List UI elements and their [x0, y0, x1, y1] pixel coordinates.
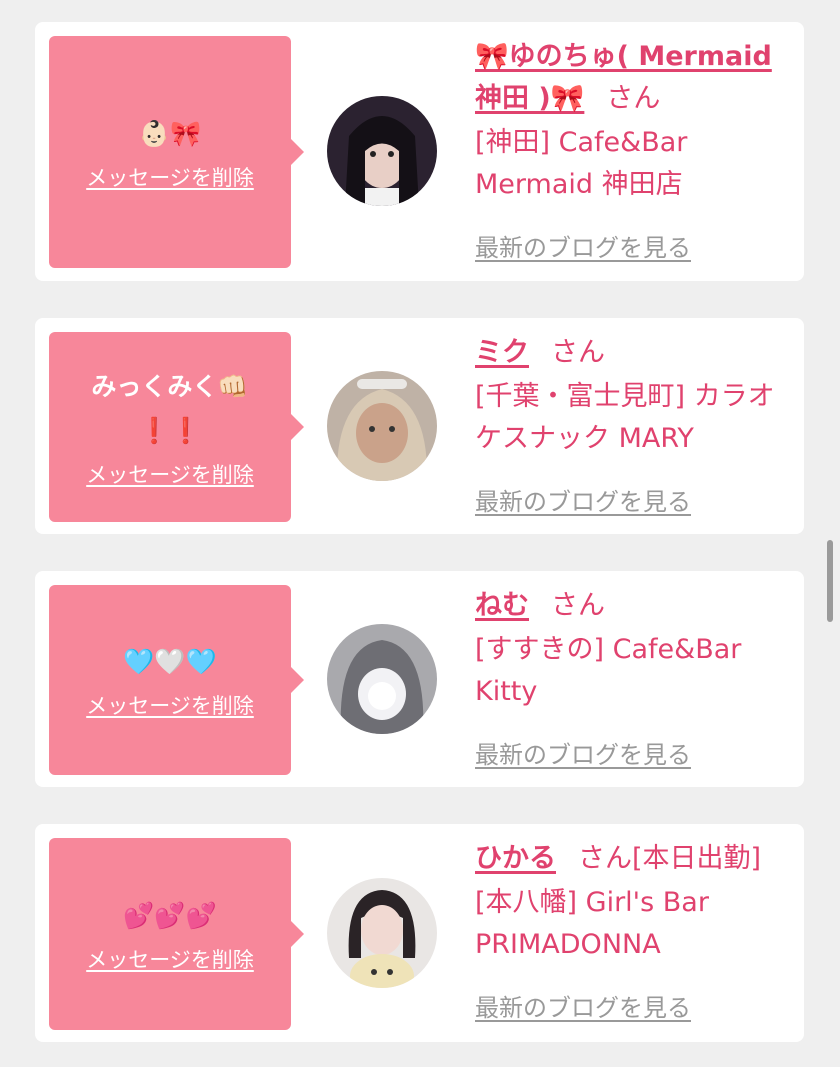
message-line: みっくみく👊🏻 [91, 372, 249, 401]
message-text: 💕💕💕 [123, 901, 217, 930]
avatar[interactable] [327, 371, 437, 481]
honorific: さん [551, 590, 605, 621]
honorific: さん [551, 337, 605, 368]
user-name-link[interactable]: ねむ [475, 590, 529, 621]
user-name-link[interactable]: ミク [475, 337, 529, 368]
message-bubble: 💕💕💕 メッセージを削除 [49, 838, 304, 1030]
latest-blog-link[interactable]: 最新のブログを見る [475, 988, 691, 1023]
latest-blog-link[interactable]: 最新のブログを見る [475, 228, 691, 263]
user-info: 🎀ゆのちゅ( Mermaid 神田 )🎀 さん [神田] Cafe&Bar Mer… [475, 36, 790, 206]
scrollbar[interactable] [827, 540, 833, 622]
shop-name: [すすきの] Cafe&Bar Kitty [475, 634, 742, 707]
message-text: 🩵🤍🩵 [123, 647, 217, 676]
message-card: 👶🏻🎀 メッセージを削除 🎀ゆのちゅ( Mermaid 神田 )🎀 さん [神田]… [35, 22, 804, 281]
user-info: ねむ さん [すすきの] Cafe&Bar Kitty [475, 585, 790, 713]
delete-message-link[interactable]: メッセージを削除 [86, 690, 254, 720]
user-info: ミク さん [千葉・富士見町] カラオケスナック MARY [475, 332, 790, 460]
delete-message-link[interactable]: メッセージを削除 [86, 162, 254, 192]
message-card: 💕💕💕 メッセージを削除 ひかる さん[本日出勤] [本八幡] Girl's Ba… [35, 824, 804, 1042]
honorific: さん[本日出勤] [578, 843, 762, 874]
message-bubble: 🩵🤍🩵 メッセージを削除 [49, 585, 304, 775]
avatar[interactable] [327, 96, 437, 206]
delete-message-link[interactable]: メッセージを削除 [86, 944, 254, 974]
delete-message-link[interactable]: メッセージを削除 [86, 459, 254, 489]
message-line: ❗️❗️ [138, 416, 202, 445]
honorific: さん [606, 83, 661, 114]
message-text: 👶🏻🎀 [138, 119, 202, 148]
message-bubble: みっくみく👊🏻 ❗️❗️ メッセージを削除 [49, 332, 304, 522]
avatar[interactable] [327, 878, 437, 988]
message-card: みっくみく👊🏻 ❗️❗️ メッセージを削除 ミク さん [千葉・富士見町] カラオ… [35, 318, 804, 534]
user-info: ひかる さん[本日出勤] [本八幡] Girl's Bar PRIMADONNA [475, 838, 790, 966]
message-text: みっくみく👊🏻 ❗️❗️ [75, 365, 264, 453]
latest-blog-link[interactable]: 最新のブログを見る [475, 735, 691, 770]
shop-name: [本八幡] Girl's Bar PRIMADONNA [475, 887, 709, 960]
user-name-link[interactable]: ひかる [475, 843, 556, 874]
avatar[interactable] [327, 624, 437, 734]
shop-name: [千葉・富士見町] カラオケスナック MARY [475, 381, 775, 454]
shop-name: [神田] Cafe&Bar Mermaid 神田店 [475, 127, 688, 200]
latest-blog-link[interactable]: 最新のブログを見る [475, 482, 691, 517]
message-card: 🩵🤍🩵 メッセージを削除 ねむ さん [すすきの] Cafe&Bar Kitty … [35, 571, 804, 787]
message-bubble: 👶🏻🎀 メッセージを削除 [49, 36, 304, 268]
